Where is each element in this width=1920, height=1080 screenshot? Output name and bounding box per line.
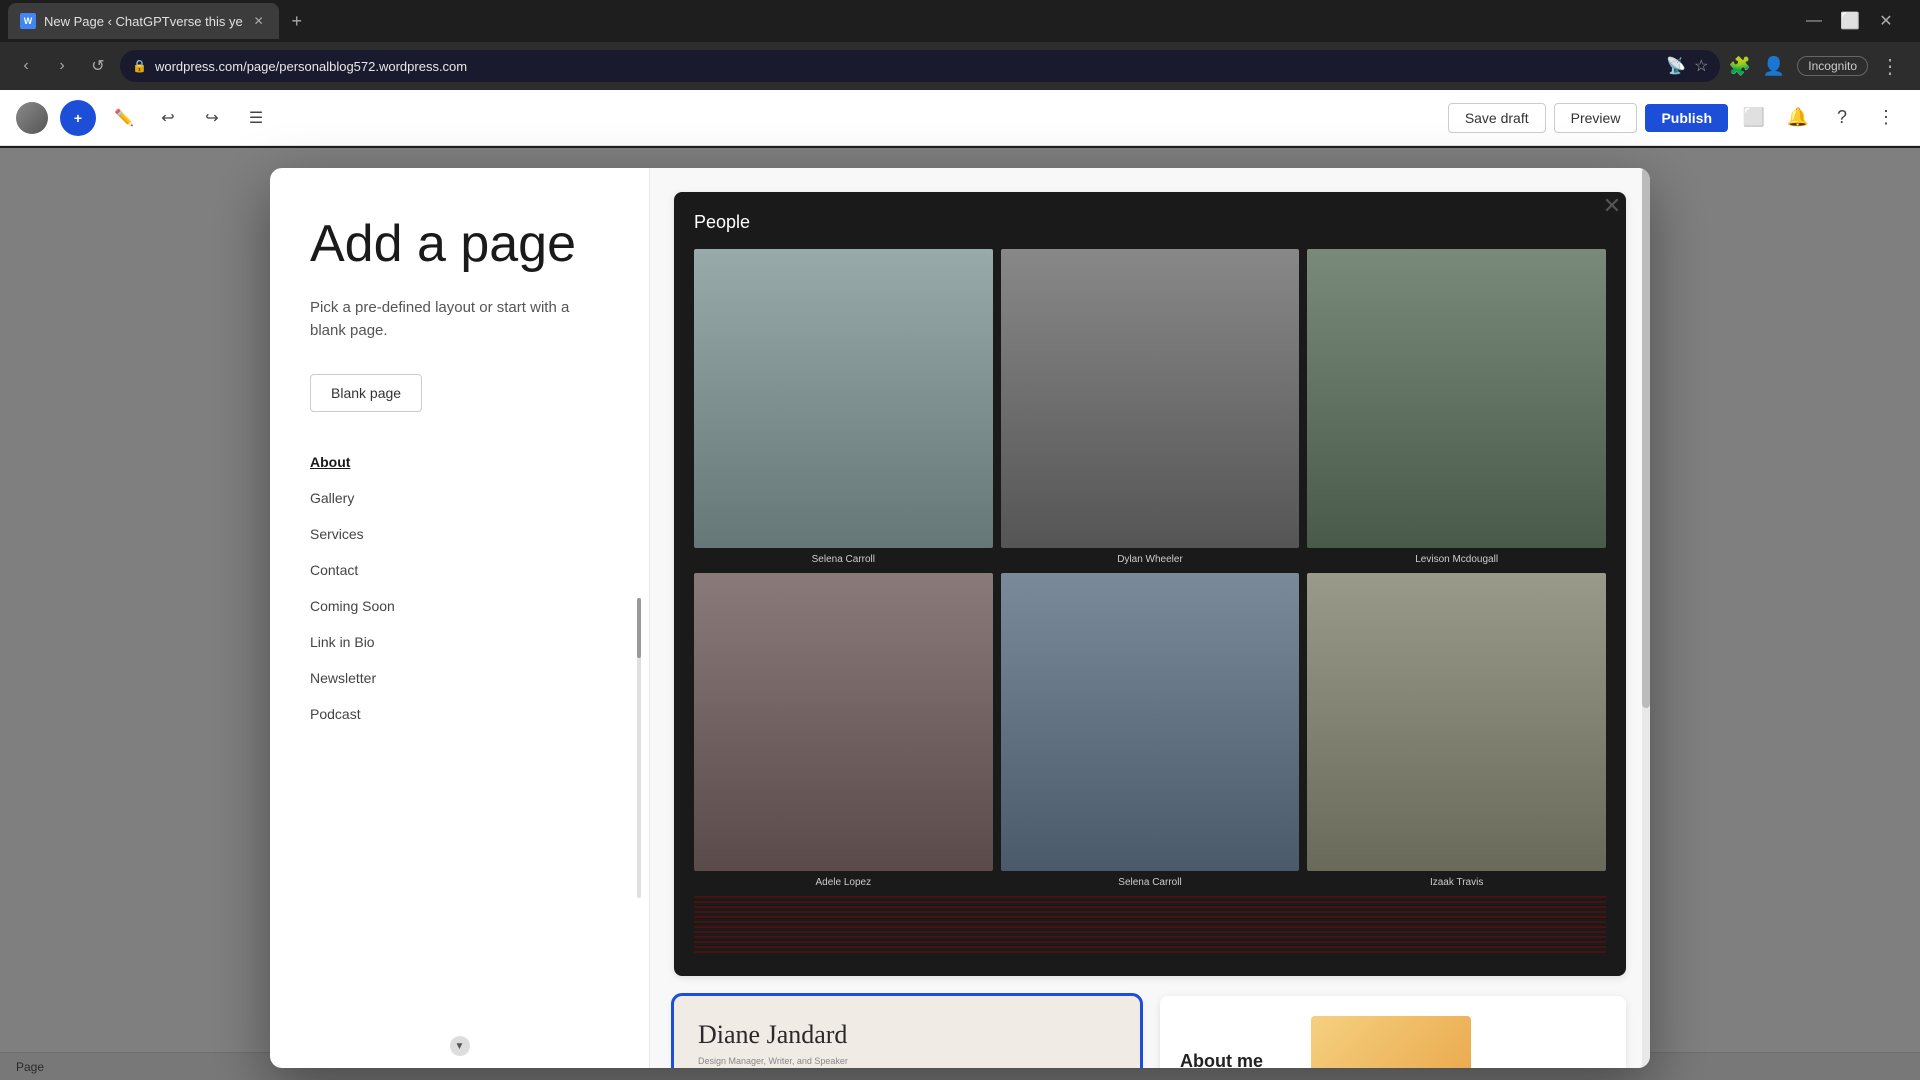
diane-layout-preview: Diane Jandard Design Manager, Writer, an… xyxy=(674,996,1140,1068)
nav-item-link-in-bio[interactable]: Link in Bio xyxy=(310,624,609,660)
person-name-1: Selena Carroll xyxy=(694,554,993,565)
person-name-3: Levison Mcdougall xyxy=(1307,554,1606,565)
about-me-layout-card[interactable]: About meand the show xyxy=(1160,996,1626,1068)
about-me-preview: About meand the show xyxy=(1160,996,1626,1068)
person-card-4: Adele Lopez xyxy=(694,573,993,889)
browser-toolbar-right: 🧩 👤 Incognito ⋮ xyxy=(1728,54,1908,79)
help-button[interactable]: ? xyxy=(1824,100,1860,136)
nav-item-coming-soon[interactable]: Coming Soon xyxy=(310,588,609,624)
person-card-3: Levison Mcdougall xyxy=(1307,249,1606,565)
close-icon[interactable]: ✕ xyxy=(1876,11,1896,31)
diane-role: Design Manager, Writer, and Speaker xyxy=(698,1056,1116,1066)
list-view-button[interactable]: ☰ xyxy=(240,102,272,134)
content-placeholder-lines xyxy=(694,896,1606,956)
scroll-down-arrow[interactable]: ▼ xyxy=(450,1036,470,1056)
user-avatar[interactable] xyxy=(16,102,48,134)
blank-page-button[interactable]: Blank page xyxy=(310,374,422,412)
close-modal-button[interactable]: ✕ xyxy=(1594,188,1630,224)
add-page-modal: ✕ Add a page Pick a pre-defined layout o… xyxy=(270,168,1650,1068)
reload-button[interactable]: ↺ xyxy=(84,52,112,80)
nav-item-newsletter[interactable]: Newsletter xyxy=(310,660,609,696)
publish-button[interactable]: Publish xyxy=(1645,104,1728,132)
active-tab[interactable]: W New Page ‹ ChatGPTverse this ye ✕ xyxy=(8,3,279,39)
cast-icon: 📡 xyxy=(1666,56,1686,76)
modal-right-panel[interactable]: People Selena Carroll xyxy=(650,168,1650,1068)
person-photo-3 xyxy=(1307,249,1606,548)
right-scrollbar-track xyxy=(1642,168,1650,1068)
person-card-2: Dylan Wheeler xyxy=(1001,249,1300,565)
menu-icon[interactable]: ⋮ xyxy=(1880,54,1900,79)
person-photo-2 xyxy=(1001,249,1300,548)
tab-favicon: W xyxy=(20,13,36,29)
notifications-button[interactable]: 🔔 xyxy=(1780,100,1816,136)
undo-button[interactable]: ↩ xyxy=(152,102,184,134)
url-text: wordpress.com/page/personalblog572.wordp… xyxy=(155,59,467,74)
address-bar[interactable]: 🔒 wordpress.com/page/personalblog572.wor… xyxy=(120,50,1720,82)
settings-button[interactable]: ⋮ xyxy=(1868,100,1904,136)
address-bar-row: ‹ › ↺ 🔒 wordpress.com/page/personalblog5… xyxy=(0,42,1920,90)
modal-overlay: ✕ Add a page Pick a pre-defined layout o… xyxy=(0,148,1920,1080)
window-controls: — ⬜ ✕ xyxy=(1804,11,1912,31)
maximize-icon[interactable]: ⬜ xyxy=(1840,11,1860,31)
diane-layout-card[interactable]: Diane Jandard Design Manager, Writer, an… xyxy=(674,996,1140,1068)
back-button[interactable]: ‹ xyxy=(12,52,40,80)
modal-title: Add a page xyxy=(310,216,609,273)
person-photo-1 xyxy=(694,249,993,548)
view-toggle-button[interactable]: ⬜ xyxy=(1736,100,1772,136)
person-photo-6 xyxy=(1307,573,1606,872)
person-photo-4 xyxy=(694,573,993,872)
minimize-icon[interactable]: — xyxy=(1804,11,1824,31)
person-card-6: Izaak Travis xyxy=(1307,573,1606,889)
add-block-button[interactable]: + xyxy=(60,100,96,136)
tab-bar: W New Page ‹ ChatGPTverse this ye ✕ + — … xyxy=(0,0,1920,42)
people-grid: Selena Carroll Dylan Wheeler xyxy=(694,249,1606,888)
modal-subtitle: Pick a pre-defined layout or start with … xyxy=(310,297,609,342)
left-scrollbar-track xyxy=(637,598,641,898)
layout-nav: About Gallery Services Contact Coming So… xyxy=(310,444,609,732)
right-scrollbar-thumb xyxy=(1642,168,1650,708)
incognito-badge: Incognito xyxy=(1797,56,1868,76)
left-scrollbar-thumb xyxy=(637,598,641,658)
wp-toolbar-right: Save draft Preview Publish ⬜ 🔔 ? ⋮ xyxy=(1448,100,1904,136)
modal-left-panel: Add a page Pick a pre-defined layout or … xyxy=(270,168,650,1068)
nav-item-contact[interactable]: Contact xyxy=(310,552,609,588)
people-layout-preview: People Selena Carroll xyxy=(674,192,1626,976)
person-photo-5 xyxy=(1001,573,1300,872)
extensions-icon[interactable]: 🧩 xyxy=(1728,56,1750,77)
forward-button[interactable]: › xyxy=(48,52,76,80)
nav-item-gallery[interactable]: Gallery xyxy=(310,480,609,516)
about-me-image xyxy=(1311,1016,1471,1068)
tab-title: New Page ‹ ChatGPTverse this ye xyxy=(44,14,243,29)
address-bar-icons: 📡 ☆ xyxy=(1666,56,1708,76)
layout-cards-grid: People Selena Carroll xyxy=(674,192,1626,1068)
about-me-title: About meand the show xyxy=(1180,1051,1295,1068)
person-card-1: Selena Carroll xyxy=(694,249,993,565)
about-me-text: About meand the show xyxy=(1180,1051,1295,1068)
wp-toolbar: + ✏️ ↩ ↪ ☰ Save draft Preview Publish ⬜ … xyxy=(0,90,1920,146)
diane-name: Diane Jandard xyxy=(698,1020,1116,1050)
person-name-6: Izaak Travis xyxy=(1307,877,1606,888)
profile-icon[interactable]: 👤 xyxy=(1763,56,1785,77)
nav-item-about[interactable]: About xyxy=(310,444,609,480)
people-layout-card[interactable]: People Selena Carroll xyxy=(674,192,1626,976)
tab-close-button[interactable]: ✕ xyxy=(251,13,267,29)
person-card-5: Selena Carroll xyxy=(1001,573,1300,889)
security-icon: 🔒 xyxy=(132,59,147,73)
edit-icon[interactable]: ✏️ xyxy=(108,102,140,134)
nav-item-services[interactable]: Services xyxy=(310,516,609,552)
person-name-4: Adele Lopez xyxy=(694,877,993,888)
nav-item-podcast[interactable]: Podcast xyxy=(310,696,609,732)
person-name-2: Dylan Wheeler xyxy=(1001,554,1300,565)
save-draft-button[interactable]: Save draft xyxy=(1448,103,1546,133)
new-tab-button[interactable]: + xyxy=(283,7,311,35)
person-name-5: Selena Carroll xyxy=(1001,877,1300,888)
people-layout-title: People xyxy=(694,212,1606,233)
redo-button[interactable]: ↪ xyxy=(196,102,228,134)
preview-button[interactable]: Preview xyxy=(1554,103,1638,133)
bookmark-icon[interactable]: ☆ xyxy=(1694,56,1708,76)
